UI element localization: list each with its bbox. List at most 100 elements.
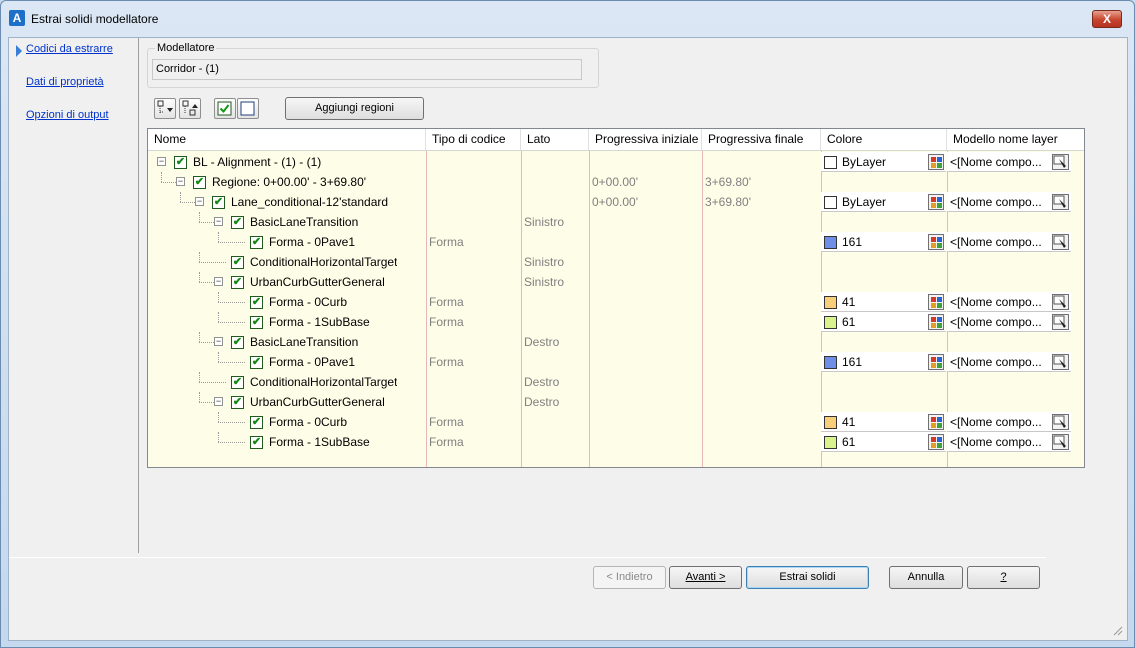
row-checkbox[interactable]: ✔ bbox=[212, 196, 225, 209]
collapse-toggle-icon[interactable]: − bbox=[176, 177, 185, 186]
row-checkbox[interactable]: ✔ bbox=[250, 356, 263, 369]
nav-codici-da-estrarre[interactable]: Codici da estrarre bbox=[26, 43, 113, 55]
tree-row[interactable]: ✔ Forma - 1SubBase Forma 61 <[Nome compo... bbox=[148, 312, 1084, 332]
edit-layer-name-icon[interactable] bbox=[1052, 154, 1069, 170]
edit-layer-name-icon[interactable] bbox=[1052, 314, 1069, 330]
row-checkbox[interactable]: ✔ bbox=[193, 176, 206, 189]
tree-row[interactable]: − ✔ BasicLaneTransition Sinistro bbox=[148, 212, 1084, 232]
collapse-toggle-icon[interactable]: − bbox=[214, 217, 223, 226]
collapse-toggle-icon[interactable]: − bbox=[214, 277, 223, 286]
help-button[interactable]: ? bbox=[967, 566, 1040, 589]
column-header-nome[interactable]: Nome bbox=[148, 129, 426, 150]
collapse-toggle-icon[interactable]: − bbox=[195, 197, 204, 206]
row-checkbox[interactable]: ✔ bbox=[250, 416, 263, 429]
layer-name-cell[interactable]: <[Nome compo... bbox=[947, 352, 1071, 372]
row-checkbox[interactable]: ✔ bbox=[231, 336, 244, 349]
color-cell[interactable]: 61 bbox=[821, 432, 946, 452]
row-checkbox[interactable]: ✔ bbox=[231, 376, 244, 389]
row-checkbox[interactable]: ✔ bbox=[231, 256, 244, 269]
tree-row[interactable]: ✔ ConditionalHorizontalTarget Destro bbox=[148, 372, 1084, 392]
dialog-client-area: Codici da estrarre Dati di proprietà Opz… bbox=[8, 37, 1128, 641]
close-button[interactable]: X bbox=[1092, 10, 1122, 28]
edit-layer-name-icon[interactable] bbox=[1052, 354, 1069, 370]
row-checkbox[interactable]: ✔ bbox=[174, 156, 187, 169]
layer-name-cell[interactable]: <[Nome compo... bbox=[947, 412, 1071, 432]
row-checkbox[interactable]: ✔ bbox=[231, 216, 244, 229]
tree-row[interactable]: − ✔ Regione: 0+00.00' - 3+69.80' 0+00.00' 3+… bbox=[148, 172, 1084, 192]
tree-row[interactable]: − ✔ Lane_conditional-12'standard 0+00.00' 3+… bbox=[148, 192, 1084, 212]
column-header-tipo-di-codice[interactable]: Tipo di codice bbox=[426, 129, 521, 150]
tree-row[interactable]: ✔ ConditionalHorizontalTarget Sinistro bbox=[148, 252, 1084, 272]
layer-name-cell[interactable]: <[Nome compo... bbox=[947, 432, 1071, 452]
row-name: BasicLaneTransition bbox=[250, 335, 359, 349]
select-all-button[interactable] bbox=[214, 98, 236, 119]
tree-row[interactable]: ✔ Forma - 0Curb Forma 41 <[Nome compo... bbox=[148, 412, 1084, 432]
tree-row[interactable]: − ✔ UrbanCurbGutterGeneral Sinistro bbox=[148, 272, 1084, 292]
edit-layer-name-icon[interactable] bbox=[1052, 434, 1069, 450]
color-palette-icon[interactable] bbox=[928, 194, 944, 210]
tree-row[interactable]: − ✔ BL - Alignment - (1) - (1) ByLayer <[Nom… bbox=[148, 152, 1084, 172]
color-palette-icon[interactable] bbox=[928, 314, 944, 330]
row-checkbox[interactable]: ✔ bbox=[250, 436, 263, 449]
color-cell[interactable]: ByLayer bbox=[821, 152, 946, 172]
cancel-button[interactable]: Annulla bbox=[889, 566, 963, 589]
collapse-toggle-icon[interactable]: − bbox=[214, 397, 223, 406]
collapse-toggle-icon[interactable]: − bbox=[157, 157, 166, 166]
nav-dati-di-proprieta[interactable]: Dati di proprietà bbox=[26, 76, 104, 88]
layer-name-cell[interactable]: <[Nome compo... bbox=[947, 292, 1071, 312]
color-palette-icon[interactable] bbox=[928, 434, 944, 450]
add-regions-button[interactable]: Aggiungi regioni bbox=[285, 97, 424, 120]
row-checkbox[interactable]: ✔ bbox=[231, 396, 244, 409]
color-cell[interactable]: 161 bbox=[821, 232, 946, 252]
next-button[interactable]: Avanti > bbox=[669, 566, 742, 589]
color-palette-icon[interactable] bbox=[928, 294, 944, 310]
column-header-lato[interactable]: Lato bbox=[521, 129, 589, 150]
row-checkbox[interactable]: ✔ bbox=[250, 316, 263, 329]
color-cell[interactable]: 161 bbox=[821, 352, 946, 372]
expand-all-button[interactable] bbox=[154, 98, 176, 119]
layer-name-cell[interactable]: <[Nome compo... bbox=[947, 152, 1071, 172]
layer-name-value: <[Nome compo... bbox=[950, 235, 1042, 249]
row-checkbox[interactable]: ✔ bbox=[231, 276, 244, 289]
row-checkbox[interactable]: ✔ bbox=[250, 236, 263, 249]
layer-name-cell[interactable]: <[Nome compo... bbox=[947, 312, 1071, 332]
color-palette-icon[interactable] bbox=[928, 234, 944, 250]
row-code-type: Forma bbox=[429, 235, 464, 249]
layer-name-cell[interactable]: <[Nome compo... bbox=[947, 232, 1071, 252]
back-button[interactable]: < Indietro bbox=[593, 566, 666, 589]
column-header-progressiva-iniziale[interactable]: Progressiva iniziale bbox=[589, 129, 702, 150]
color-cell[interactable]: 41 bbox=[821, 292, 946, 312]
layer-name-cell[interactable]: <[Nome compo... bbox=[947, 192, 1071, 212]
edit-layer-name-icon[interactable] bbox=[1052, 414, 1069, 430]
edit-layer-name-icon[interactable] bbox=[1052, 234, 1069, 250]
tree-row[interactable]: ✔ Forma - 0Pave1 Forma 161 <[Nome compo... bbox=[148, 232, 1084, 252]
row-checkbox[interactable]: ✔ bbox=[250, 296, 263, 309]
row-name: Forma - 0Curb bbox=[269, 295, 348, 309]
column-header-modello-nome-layer[interactable]: Modello nome layer bbox=[947, 129, 1084, 150]
column-header-progressiva-finale[interactable]: Progressiva finale bbox=[702, 129, 821, 150]
color-palette-icon[interactable] bbox=[928, 154, 944, 170]
color-cell[interactable]: 61 bbox=[821, 312, 946, 332]
column-header-colore[interactable]: Colore bbox=[821, 129, 947, 150]
tree-row[interactable]: ✔ Forma - 1SubBase Forma 61 <[Nome compo... bbox=[148, 432, 1084, 452]
tree-row[interactable]: ✔ Forma - 0Pave1 Forma 161 <[Nome compo... bbox=[148, 352, 1084, 372]
color-cell[interactable]: ByLayer bbox=[821, 192, 946, 212]
color-cell[interactable]: 41 bbox=[821, 412, 946, 432]
tree-row[interactable]: − ✔ BasicLaneTransition Destro bbox=[148, 332, 1084, 352]
collapse-toggle-icon[interactable]: − bbox=[214, 337, 223, 346]
extract-solids-button[interactable]: Estrai solidi bbox=[746, 566, 869, 589]
checked-box-icon bbox=[217, 101, 232, 116]
edit-layer-name-icon[interactable] bbox=[1052, 194, 1069, 210]
tree-connector bbox=[199, 392, 200, 402]
edit-layer-name-icon[interactable] bbox=[1052, 294, 1069, 310]
tree-row[interactable]: − ✔ UrbanCurbGutterGeneral Destro bbox=[148, 392, 1084, 412]
color-palette-icon[interactable] bbox=[928, 414, 944, 430]
tree-connector bbox=[218, 362, 245, 363]
tree-row[interactable]: ✔ Forma - 0Curb Forma 41 <[Nome compo... bbox=[148, 292, 1084, 312]
clear-all-button[interactable] bbox=[237, 98, 259, 119]
nav-opzioni-di-output[interactable]: Opzioni di output bbox=[26, 109, 109, 121]
color-palette-icon[interactable] bbox=[928, 354, 944, 370]
tree-connector bbox=[161, 172, 162, 182]
collapse-all-button[interactable] bbox=[179, 98, 201, 119]
resize-grip-icon[interactable] bbox=[1111, 624, 1123, 636]
